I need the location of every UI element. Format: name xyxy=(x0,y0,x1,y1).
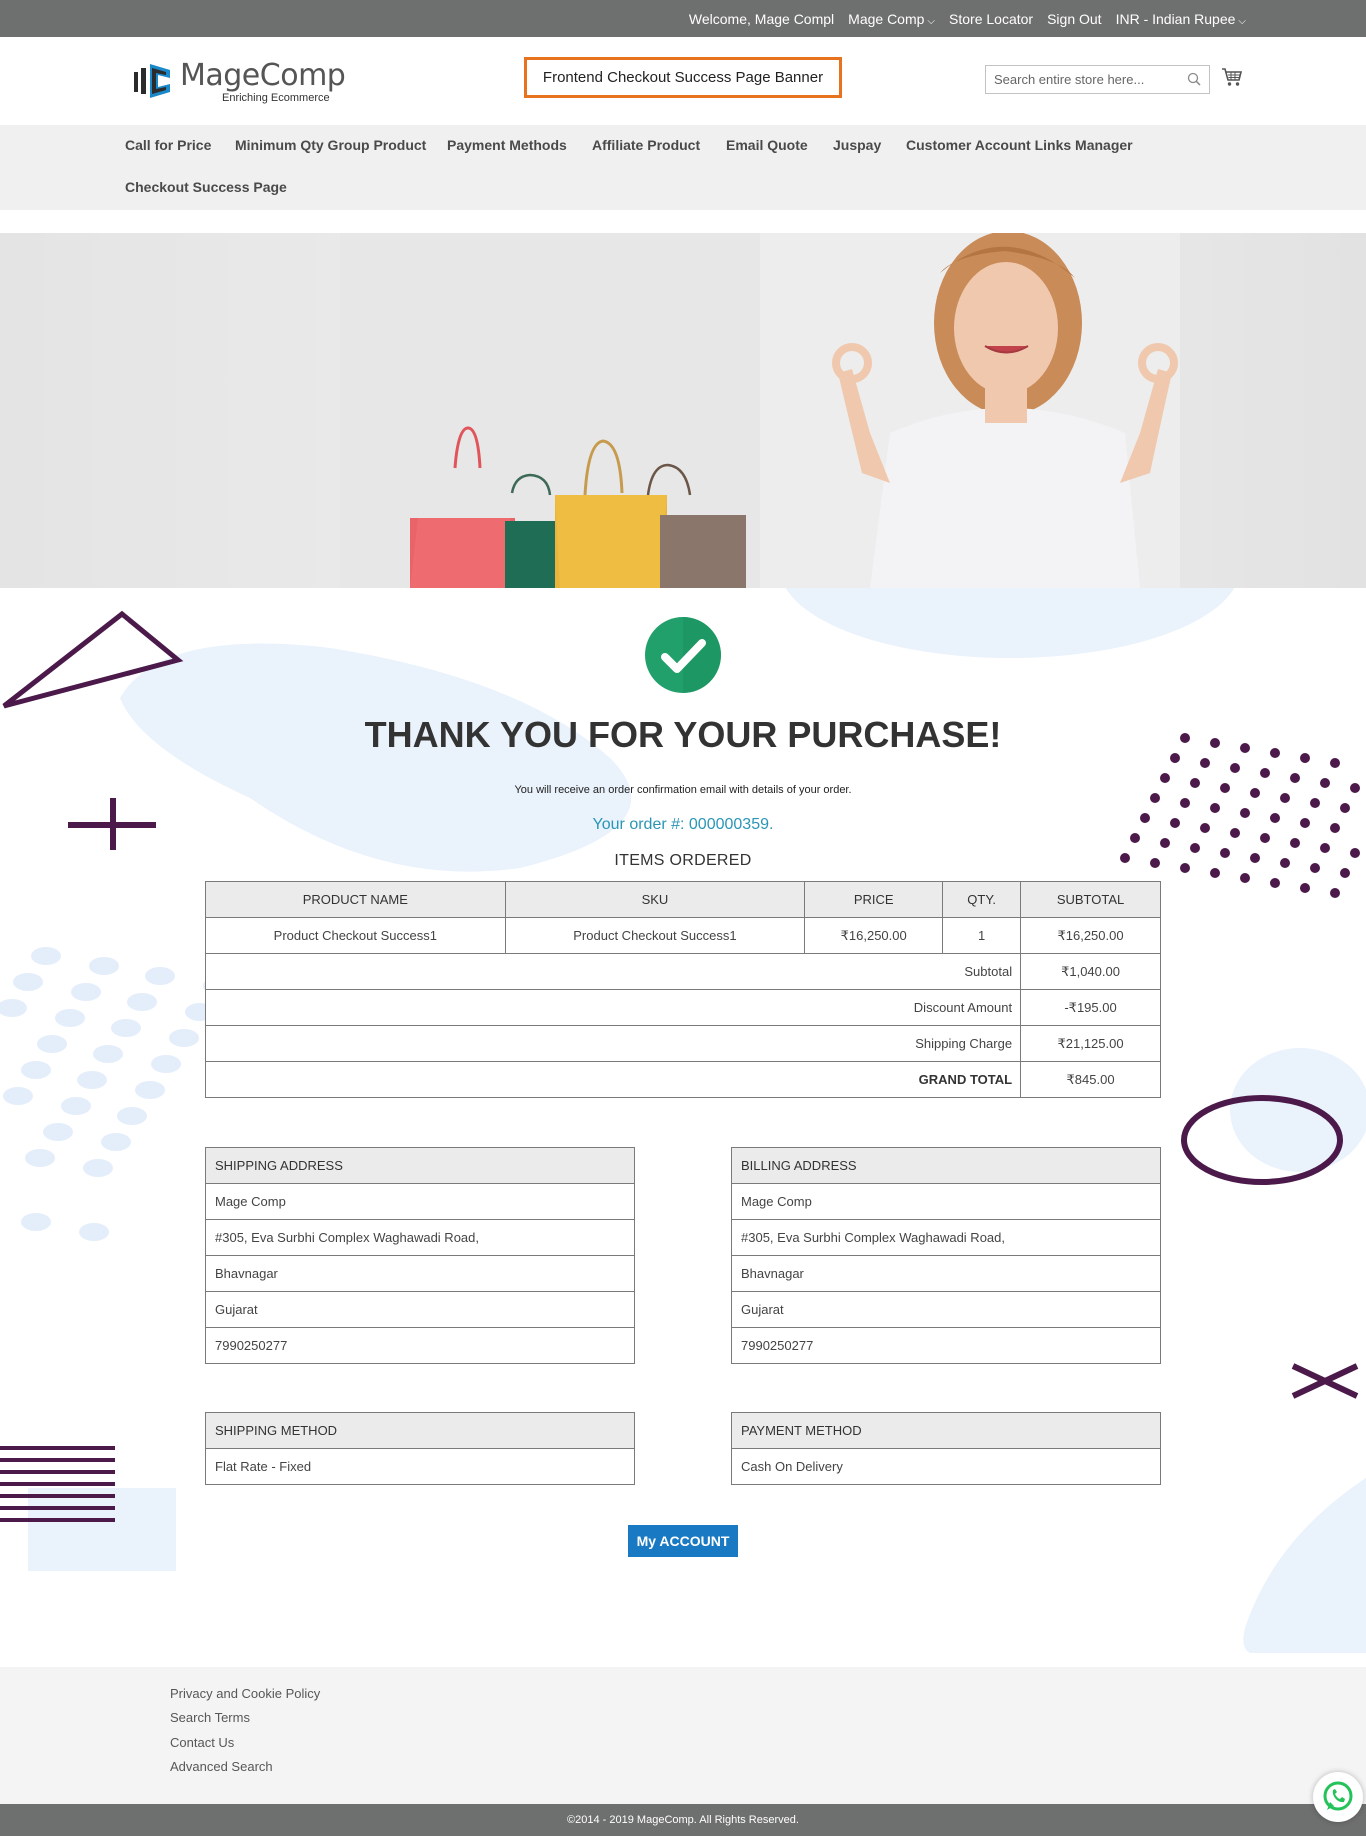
nav-item-call-for-price[interactable]: Call for Price xyxy=(125,137,211,153)
nav-item-affiliate-product[interactable]: Affiliate Product xyxy=(592,137,700,153)
footer-link-search-terms[interactable]: Search Terms xyxy=(170,1710,250,1725)
totals-row-grand-total: GRAND TOTAL ₹845.00 xyxy=(204,1061,1161,1098)
price-cell: ₹16,250.00 xyxy=(804,917,944,954)
success-check-icon xyxy=(645,617,721,693)
search-input[interactable] xyxy=(986,66,1181,93)
whatsapp-icon xyxy=(1323,1781,1353,1811)
order-table-header: PRODUCT NAME SKU PRICE QTY. SUBTOTAL xyxy=(205,881,1161,918)
discount-value: -₹195.00 xyxy=(1020,989,1161,1026)
thank-you-title: THANK YOU FOR YOUR PURCHASE! xyxy=(364,714,1002,755)
subtotal-value: ₹1,040.00 xyxy=(1020,953,1161,990)
light-dot-pattern xyxy=(0,947,233,1241)
header: MageComp Enriching Ecommerce Frontend Ch… xyxy=(0,37,1366,125)
nav-item-juspay[interactable]: Juspay xyxy=(833,137,881,153)
top-links: Welcome, Mage Compl Mage Comp ⌵ Store Loc… xyxy=(689,0,1246,37)
billing-address-phone: 7990250277 xyxy=(731,1327,1161,1364)
billing-address-city: Bhavnagar xyxy=(731,1255,1161,1292)
shipping-method-table: SHIPPING METHOD Flat Rate - Fixed xyxy=(205,1412,635,1485)
copyright-bar: ©2014 - 2019 MageComp. All Rights Reserv… xyxy=(0,1804,1366,1836)
order-number-line: Your order #: 000000359. xyxy=(0,816,1366,834)
shipping-address-phone: 7990250277 xyxy=(205,1327,635,1364)
billing-address-title: BILLING ADDRESS xyxy=(731,1147,1161,1184)
billing-address-name: Mage Comp xyxy=(731,1183,1161,1220)
shipping-address-state: Gujarat xyxy=(205,1291,635,1328)
footer: Privacy and Cookie Policy Search Terms C… xyxy=(0,1667,1366,1804)
nav-item-email-quote[interactable]: Email Quote xyxy=(726,137,808,153)
column-header-price: PRICE xyxy=(804,881,944,918)
column-header-subtotal: SUBTOTAL xyxy=(1020,881,1161,918)
order-number[interactable]: 000000359 xyxy=(689,816,769,833)
table-row: Product Checkout Success1 Product Checko… xyxy=(205,917,1161,954)
grand-total-label: GRAND TOTAL xyxy=(204,1061,1022,1098)
column-header-sku: SKU xyxy=(504,881,806,918)
footer-link-advanced-search[interactable]: Advanced Search xyxy=(170,1759,273,1774)
column-header-product-name: PRODUCT NAME xyxy=(205,881,506,918)
order-number-suffix: . xyxy=(769,816,774,833)
billing-address-table: BILLING ADDRESS Mage Comp #305, Eva Surb… xyxy=(731,1147,1161,1364)
hero-illustration xyxy=(340,233,1180,588)
cart-icon[interactable] xyxy=(1221,66,1243,88)
totals-row-discount: Discount Amount -₹195.00 xyxy=(204,989,1161,1026)
main-nav: Call for Price Minimum Qty Group Product… xyxy=(0,125,1366,210)
purple-stripes xyxy=(0,1446,115,1522)
whatsapp-chat-button[interactable] xyxy=(1313,1772,1363,1822)
payment-method-value: Cash On Delivery xyxy=(731,1448,1161,1485)
shipping-address-table: SHIPPING ADDRESS Mage Comp #305, Eva Sur… xyxy=(205,1147,635,1364)
logo-tagline: Enriching Ecommerce xyxy=(222,92,330,104)
items-ordered-title: ITEMS ORDERED xyxy=(614,852,752,869)
footer-link-contact-us[interactable]: Contact Us xyxy=(170,1735,234,1750)
my-account-button[interactable]: My ACCOUNT xyxy=(628,1525,738,1557)
chevron-down-icon: ⌵ xyxy=(927,15,936,27)
copyright-text: ©2014 - 2019 MageComp. All Rights Reserv… xyxy=(567,1814,799,1826)
search-icon[interactable] xyxy=(1187,72,1201,86)
subtotal-label: Subtotal xyxy=(204,953,1022,990)
shipping-address-city: Bhavnagar xyxy=(205,1255,635,1292)
shipping-address-name: Mage Comp xyxy=(205,1183,635,1220)
top-bar: Welcome, Mage Compl Mage Comp ⌵ Store Loc… xyxy=(0,0,1366,37)
currency-switcher[interactable]: INR - Indian Rupee ⌵ xyxy=(1116,11,1246,27)
nav-item-checkout-success-page[interactable]: Checkout Success Page xyxy=(125,179,287,195)
shipping-address-title: SHIPPING ADDRESS xyxy=(205,1147,635,1184)
qty-cell: 1 xyxy=(942,917,1022,954)
nav-item-minimum-qty-group-product[interactable]: Minimum Qty Group Product xyxy=(235,137,426,153)
footer-link-privacy[interactable]: Privacy and Cookie Policy xyxy=(170,1686,320,1701)
store-locator-link[interactable]: Store Locator xyxy=(949,11,1033,27)
totals-row-shipping: Shipping Charge ₹21,125.00 xyxy=(204,1025,1161,1062)
chevron-down-icon: ⌵ xyxy=(1238,15,1246,27)
site-logo[interactable]: MageComp Enriching Ecommerce xyxy=(132,58,346,108)
nav-item-customer-account-links-manager[interactable]: Customer Account Links Manager xyxy=(906,137,1133,153)
hero-banner xyxy=(0,233,1366,588)
product-name-cell: Product Checkout Success1 xyxy=(205,917,506,954)
billing-address-state: Gujarat xyxy=(731,1291,1161,1328)
sign-out-link[interactable]: Sign Out xyxy=(1047,11,1101,27)
order-number-label: Your order #: xyxy=(592,816,689,833)
confirmation-message: You will receive an order confirmation e… xyxy=(514,784,852,796)
account-menu[interactable]: Mage Comp ⌵ xyxy=(848,11,935,27)
payment-method-table: PAYMENT METHOD Cash On Delivery xyxy=(731,1412,1161,1485)
banner-label: Frontend Checkout Success Page Banner xyxy=(524,57,842,98)
account-menu-label: Mage Comp xyxy=(848,10,925,27)
nav-item-payment-methods[interactable]: Payment Methods xyxy=(447,137,567,153)
billing-address-street: #305, Eva Surbhi Complex Waghawadi Road, xyxy=(731,1219,1161,1256)
column-header-qty: QTY. xyxy=(942,881,1022,918)
shipping-method-value: Flat Rate - Fixed xyxy=(205,1448,635,1485)
totals-row-subtotal: Subtotal ₹1,040.00 xyxy=(204,953,1161,990)
shipping-method-title: SHIPPING METHOD xyxy=(205,1412,635,1449)
logo-mark-icon xyxy=(134,64,170,98)
shipping-address-street: #305, Eva Surbhi Complex Waghawadi Road, xyxy=(205,1219,635,1256)
payment-method-title: PAYMENT METHOD xyxy=(731,1412,1161,1449)
order-items-table: PRODUCT NAME SKU PRICE QTY. SUBTOTAL Pro… xyxy=(204,881,1161,1098)
sku-cell: Product Checkout Success1 xyxy=(504,917,806,954)
search-box xyxy=(985,65,1210,94)
currency-label: INR - Indian Rupee xyxy=(1115,10,1236,27)
welcome-text: Welcome, Mage Compl xyxy=(688,10,835,27)
logo-name: MageComp xyxy=(180,58,346,93)
grand-total-value: ₹845.00 xyxy=(1020,1061,1161,1098)
shipping-charge-label: Shipping Charge xyxy=(204,1025,1022,1062)
subtotal-cell: ₹16,250.00 xyxy=(1020,917,1161,954)
shipping-charge-value: ₹21,125.00 xyxy=(1020,1025,1161,1062)
discount-label: Discount Amount xyxy=(204,989,1022,1026)
